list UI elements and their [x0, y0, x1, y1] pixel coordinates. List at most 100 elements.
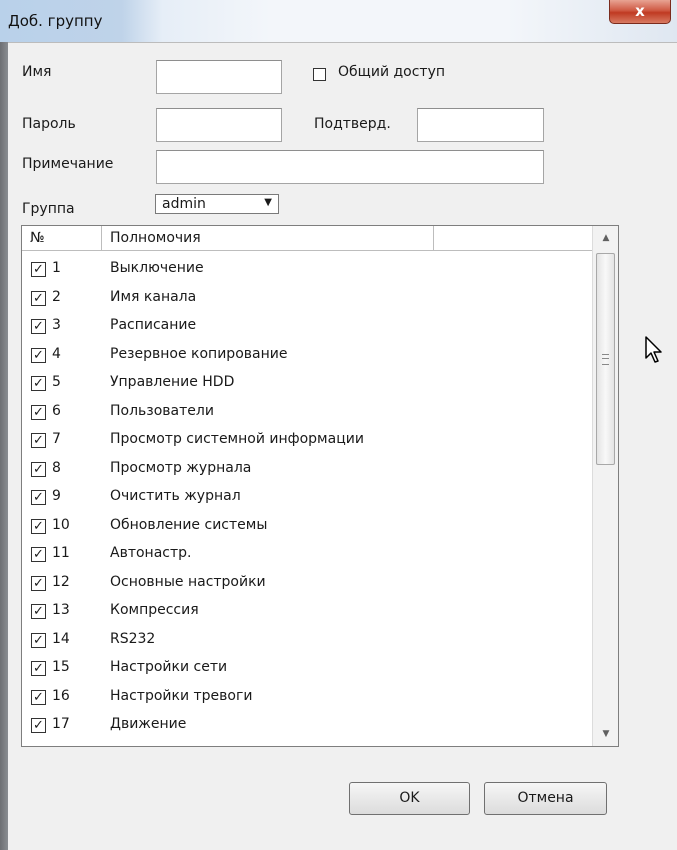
- permission-name: Имя канала: [110, 288, 197, 305]
- ok-button[interactable]: OK: [349, 782, 470, 815]
- permission-number: 8: [52, 459, 61, 476]
- permission-number: 13: [52, 602, 70, 618]
- permission-name: Просмотр системной информации: [110, 431, 364, 447]
- list-item[interactable]: ✓ 17 Движение: [22, 712, 592, 741]
- permission-checkbox[interactable]: ✓: [31, 490, 46, 505]
- permission-name: Автонастр.: [110, 545, 192, 561]
- column-header-permissions[interactable]: Полномочия: [102, 226, 434, 250]
- permission-checkbox[interactable]: ✓: [31, 604, 46, 619]
- vertical-scrollbar[interactable]: ▲ ▼: [592, 226, 618, 746]
- list-item[interactable]: ✓ 7 Просмотр системной информации: [22, 427, 592, 456]
- scroll-up-arrow-icon[interactable]: ▲: [593, 226, 618, 250]
- password-label: Пароль: [22, 116, 76, 132]
- permission-checkbox[interactable]: ✓: [31, 689, 46, 705]
- note-input[interactable]: [156, 150, 544, 184]
- checkmark-icon: ✓: [33, 632, 44, 648]
- checkmark-icon: ✓: [33, 547, 44, 562]
- checkmark-icon: ✓: [33, 262, 44, 277]
- permission-checkbox[interactable]: ✓: [31, 547, 46, 562]
- list-item[interactable]: ✓ 16 Настройки тревоги: [22, 684, 592, 713]
- list-item[interactable]: ✓ 3 Расписание: [22, 313, 592, 342]
- confirm-password-input[interactable]: [417, 108, 544, 142]
- list-header: № Полномочия: [22, 226, 592, 251]
- checkmark-icon: ✓: [33, 376, 44, 391]
- permissions-list[interactable]: № Полномочия ✓ 1 Выключение ✓ 2 Имя канала ✓ 3 Р…: [21, 225, 619, 747]
- checkmark-icon: ✓: [33, 319, 44, 334]
- checkmark-icon: ✓: [33, 404, 44, 420]
- permission-checkbox[interactable]: ✓: [31, 376, 46, 391]
- checkmark-icon: ✓: [33, 433, 44, 448]
- permission-checkbox[interactable]: ✓: [31, 718, 46, 733]
- permission-name: Движение: [110, 716, 187, 732]
- permission-checkbox[interactable]: ✓: [31, 747, 46, 748]
- list-item[interactable]: ✓ 6 Пользователи: [22, 399, 592, 428]
- permission-checkbox[interactable]: ✓: [31, 433, 46, 448]
- checkmark-icon: ✓: [33, 347, 44, 363]
- permission-name: Пользователи: [110, 402, 214, 419]
- close-button[interactable]: x: [609, 0, 671, 24]
- add-group-dialog: Доб. группу x Имя Общий доступ Пароль По…: [0, 0, 677, 850]
- group-selected-value: admin: [162, 196, 206, 212]
- checkmark-icon: ✓: [33, 490, 44, 505]
- checkmark-icon: ✓: [33, 518, 44, 534]
- list-item[interactable]: ✓ 2 Имя канала: [22, 285, 592, 314]
- permission-name: Выключение: [110, 260, 204, 276]
- permission-checkbox[interactable]: ✓: [31, 290, 46, 306]
- title-bar[interactable]: Доб. группу x: [0, 0, 677, 42]
- permission-checkbox[interactable]: ✓: [31, 632, 46, 648]
- checkmark-icon: ✓: [33, 604, 44, 619]
- name-input[interactable]: [156, 60, 282, 94]
- name-label: Имя: [22, 64, 52, 80]
- permission-checkbox[interactable]: ✓: [31, 461, 46, 477]
- permission-name: Основные настройки: [110, 573, 266, 590]
- list-item[interactable]: ✓ 15 Настройки сети: [22, 655, 592, 684]
- permission-checkbox[interactable]: ✓: [31, 661, 46, 676]
- confirm-label: Подтверд.: [314, 116, 391, 132]
- list-item[interactable]: ✓ 12 Основные настройки: [22, 570, 592, 599]
- list-rows: ✓ 1 Выключение ✓ 2 Имя канала ✓ 3 Расписание ✓ 4 Ре…: [22, 256, 592, 748]
- permission-name: Настройки сети: [110, 659, 228, 675]
- scroll-down-arrow-icon[interactable]: ▼: [593, 722, 618, 746]
- list-item[interactable]: ✓ 9 Очистить журнал: [22, 484, 592, 513]
- permission-checkbox[interactable]: ✓: [31, 575, 46, 591]
- scrollbar-thumb[interactable]: [596, 253, 615, 465]
- list-item[interactable]: ✓ 14 RS232: [22, 627, 592, 656]
- permission-number: 6: [52, 402, 61, 419]
- permission-number: 4: [52, 345, 61, 362]
- permission-number: 16: [52, 687, 70, 704]
- permission-number: 10: [52, 516, 70, 533]
- list-item[interactable]: ✓ 11 Автонастр.: [22, 541, 592, 570]
- password-input[interactable]: [156, 108, 282, 142]
- permission-number: 3: [52, 317, 61, 333]
- cancel-button[interactable]: Отмена: [484, 782, 607, 815]
- checkmark-icon: ✓: [33, 718, 44, 733]
- permission-checkbox[interactable]: ✓: [31, 518, 46, 534]
- list-item[interactable]: ✓ 18 Настройки PTZ: [22, 741, 592, 748]
- checkmark-icon: ✓: [33, 689, 44, 705]
- list-item[interactable]: ✓ 1 Выключение: [22, 256, 592, 285]
- column-header-extra[interactable]: [434, 226, 592, 250]
- list-item[interactable]: ✓ 8 Просмотр журнала: [22, 456, 592, 485]
- permission-number: 14: [52, 630, 70, 647]
- permission-number: 2: [52, 288, 61, 305]
- permission-checkbox[interactable]: ✓: [31, 404, 46, 420]
- checkmark-icon: ✓: [33, 461, 44, 477]
- permission-checkbox[interactable]: ✓: [31, 262, 46, 277]
- permission-number: 1: [52, 260, 61, 276]
- list-item[interactable]: ✓ 4 Резервное копирование: [22, 342, 592, 371]
- list-item[interactable]: ✓ 5 Управление HDD: [22, 370, 592, 399]
- group-label: Группа: [22, 201, 75, 217]
- window-frame-left: [0, 42, 8, 850]
- checkmark-icon: ✓: [33, 747, 44, 748]
- column-header-number[interactable]: №: [22, 226, 102, 250]
- permission-number: 5: [52, 374, 61, 390]
- permission-number: 18: [52, 745, 70, 747]
- permission-number: 17: [52, 716, 70, 732]
- group-select[interactable]: admin ▼: [155, 194, 279, 214]
- permission-checkbox[interactable]: ✓: [31, 319, 46, 334]
- list-item[interactable]: ✓ 13 Компрессия: [22, 598, 592, 627]
- permission-name: Резервное копирование: [110, 345, 288, 362]
- permission-checkbox[interactable]: ✓: [31, 347, 46, 363]
- shared-access-checkbox[interactable]: [313, 68, 326, 81]
- list-item[interactable]: ✓ 10 Обновление системы: [22, 513, 592, 542]
